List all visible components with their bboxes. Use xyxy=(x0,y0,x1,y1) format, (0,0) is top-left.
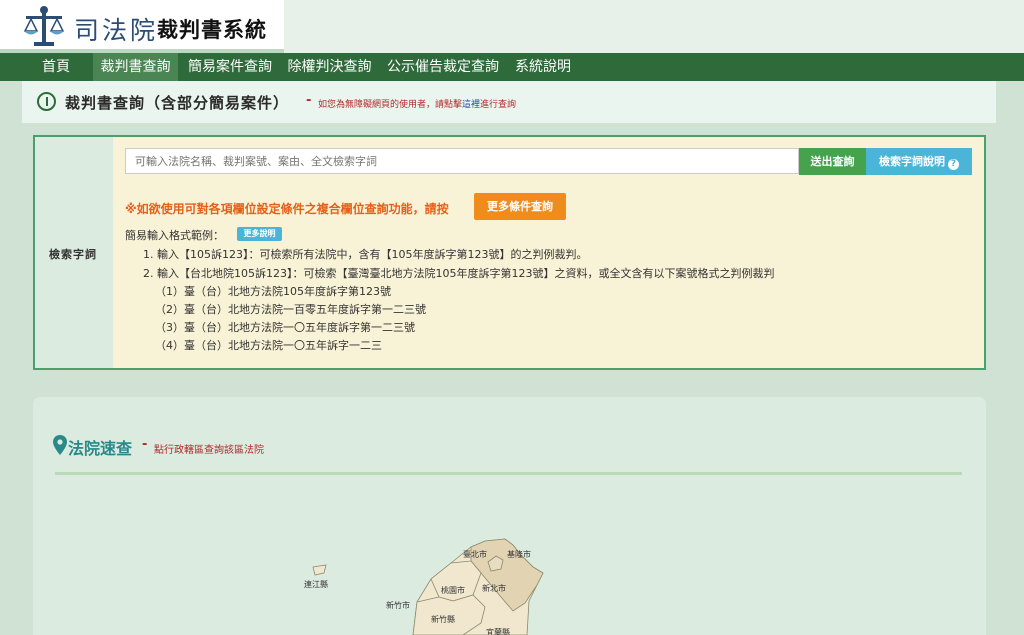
nav-summary-case-search[interactable]: 簡易案件查詢 xyxy=(184,53,276,81)
example-line: （2）臺（台）北地方法院一百零五年度訴字第一二三號 xyxy=(155,303,426,316)
search-body: 送出查詢 檢索字詞說明? ※如欲使用可對各項欄位設定條件之複合欄位查詢功能，請按… xyxy=(113,137,984,368)
taiwan-map xyxy=(312,538,544,635)
examples-label: 簡易輸入格式範例： xyxy=(125,229,224,242)
nav-judgment-search[interactable]: 裁判書查詢 xyxy=(93,53,178,81)
search-help-label: 檢索字詞說明 xyxy=(879,155,945,168)
section-divider xyxy=(55,472,962,475)
judicial-scale-logo-icon[interactable] xyxy=(22,5,66,49)
title-separator: - xyxy=(306,93,312,108)
court-quick-search-note: 點行政轄區查詢該區法院 xyxy=(154,445,264,456)
more-description-button[interactable]: 更多說明 xyxy=(237,227,282,241)
accessibility-note-after: 進行查詢 xyxy=(480,100,517,110)
court-quick-search-title: 法院速查 xyxy=(68,439,133,458)
court-quick-search-panel: 法院速查 - 點行政轄區查詢該區法院 連江縣 臺北市 基隆市 桃園市 新北市 新… xyxy=(33,397,986,635)
nav-home[interactable]: 首頁 xyxy=(32,53,80,81)
judicial-yuan-logo-text[interactable]: 司法院 xyxy=(74,11,158,47)
map-label-lianjiang[interactable]: 連江縣 xyxy=(304,579,328,590)
map-label-hsinchu-city[interactable]: 新竹市 xyxy=(386,600,410,611)
header: 司法院 裁判書系統 xyxy=(0,0,1024,53)
search-input[interactable] xyxy=(125,148,799,174)
nav-public-notice-search[interactable]: 公示催告裁定查詢 xyxy=(382,53,504,81)
map-label-taipei[interactable]: 臺北市 xyxy=(463,549,487,560)
map-label-yilan[interactable]: 宜蘭縣 xyxy=(486,627,510,635)
search-help-button[interactable]: 檢索字詞說明? xyxy=(866,148,972,175)
map-label-hsinchu-county[interactable]: 新竹縣 xyxy=(431,614,455,625)
page-title: 裁判書查詢（含部分簡易案件） xyxy=(65,94,290,112)
accessibility-note-before: 如您為無障礙網頁的使用者，請點擊 xyxy=(318,100,463,110)
page-title-bar: 裁判書查詢（含部分簡易案件） - 如您為無障礙網頁的使用者，請點擊這裡進行查詢 xyxy=(22,81,996,123)
location-pin-icon xyxy=(53,435,67,455)
example-line: （1）臺（台）北地方法院105年度訴字第123號 xyxy=(155,285,391,298)
map-label-keelung[interactable]: 基隆市 xyxy=(507,549,531,560)
map-label-new-taipei[interactable]: 新北市 xyxy=(482,583,506,594)
main-nav: 首頁 裁判書查詢 簡易案件查詢 除權判決查詢 公示催告裁定查詢 系統說明 xyxy=(0,53,1024,81)
nav-system-info[interactable]: 系統說明 xyxy=(510,53,576,81)
accessibility-note: 如您為無障礙網頁的使用者，請點擊這裡進行查詢 xyxy=(318,97,516,110)
example-line: 2. 輸入【台北地院105訴123】：可檢索【臺灣臺北地方法院105年度訴字第1… xyxy=(143,267,775,280)
question-mark-icon: ? xyxy=(948,159,959,170)
accessibility-link[interactable]: 這裡 xyxy=(462,100,480,110)
submit-search-button[interactable]: 送出查詢 xyxy=(799,148,866,175)
advanced-search-text: ※如欲使用可對各項欄位設定條件之複合欄位查詢功能，請按 xyxy=(125,202,449,216)
search-terms-label: 檢索字詞 xyxy=(49,248,97,261)
system-name: 裁判書系統 xyxy=(157,18,267,42)
info-circle-icon xyxy=(37,92,56,111)
search-label-column: 檢索字詞 xyxy=(35,137,113,368)
map-label-taoyuan[interactable]: 桃園市 xyxy=(441,585,465,596)
example-line: （4）臺（台）北地方法院一〇五年訴字一二三 xyxy=(155,339,382,352)
court-title-separator: - xyxy=(142,437,148,452)
more-conditions-button[interactable]: 更多條件查詢 xyxy=(474,193,566,220)
example-line: （3）臺（台）北地方法院一〇五年度訴字第一二三號 xyxy=(155,321,415,334)
search-panel: 檢索字詞 送出查詢 檢索字詞說明? ※如欲使用可對各項欄位設定條件之複合欄位查詢… xyxy=(33,135,986,370)
nav-exclusion-judgment-search[interactable]: 除權判決查詢 xyxy=(283,53,376,81)
example-line: 1. 輸入【105訴123】：可檢索所有法院中，含有【105年度訴字第123號】… xyxy=(143,248,588,261)
map-region-lianjiang xyxy=(312,564,327,576)
